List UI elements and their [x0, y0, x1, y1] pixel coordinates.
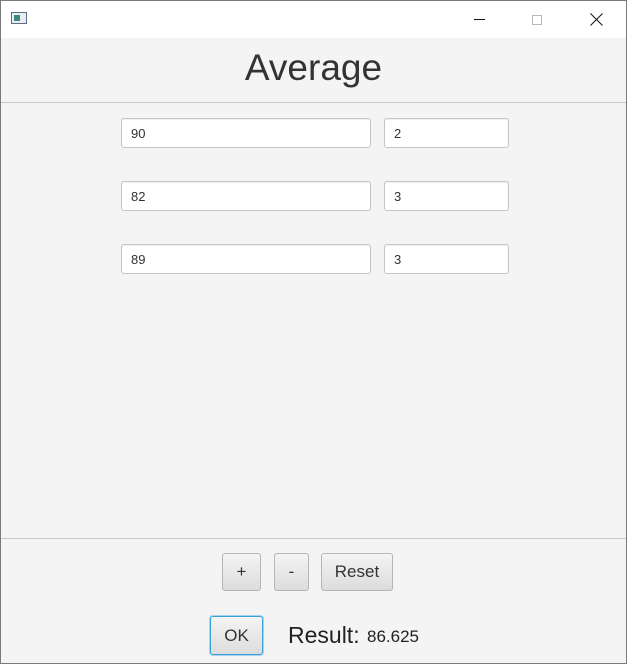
maximize-icon — [532, 14, 542, 25]
grade-input-3[interactable] — [121, 244, 371, 274]
reset-button[interactable]: Reset — [321, 553, 393, 591]
app-icon — [11, 12, 27, 24]
close-button[interactable] — [567, 1, 625, 38]
title-bar[interactable] — [1, 1, 626, 38]
add-row-button[interactable]: + — [222, 553, 261, 591]
grade-input-2[interactable] — [121, 181, 371, 211]
page-title: Average — [244, 47, 383, 88]
footer: + - Reset OK Result: 86.625 — [1, 538, 626, 664]
weight-input-2[interactable] — [384, 181, 509, 211]
result-value: 86.625 — [367, 627, 419, 646]
main-content: Average + - Reset OK Result: 86.625 — [1, 38, 626, 663]
grade-input-1[interactable] — [121, 118, 371, 148]
result-label: Result: — [288, 622, 360, 648]
close-icon — [590, 13, 603, 26]
minimize-button[interactable] — [450, 1, 508, 38]
minimize-icon — [473, 19, 485, 20]
maximize-button[interactable] — [508, 1, 566, 38]
ok-button[interactable]: OK — [210, 616, 263, 655]
weight-input-3[interactable] — [384, 244, 509, 274]
weight-input-1[interactable] — [384, 118, 509, 148]
remove-row-button[interactable]: - — [274, 553, 309, 591]
app-window: Average + - Reset OK Result: 86.625 — [0, 0, 627, 664]
header: Average — [1, 38, 626, 103]
